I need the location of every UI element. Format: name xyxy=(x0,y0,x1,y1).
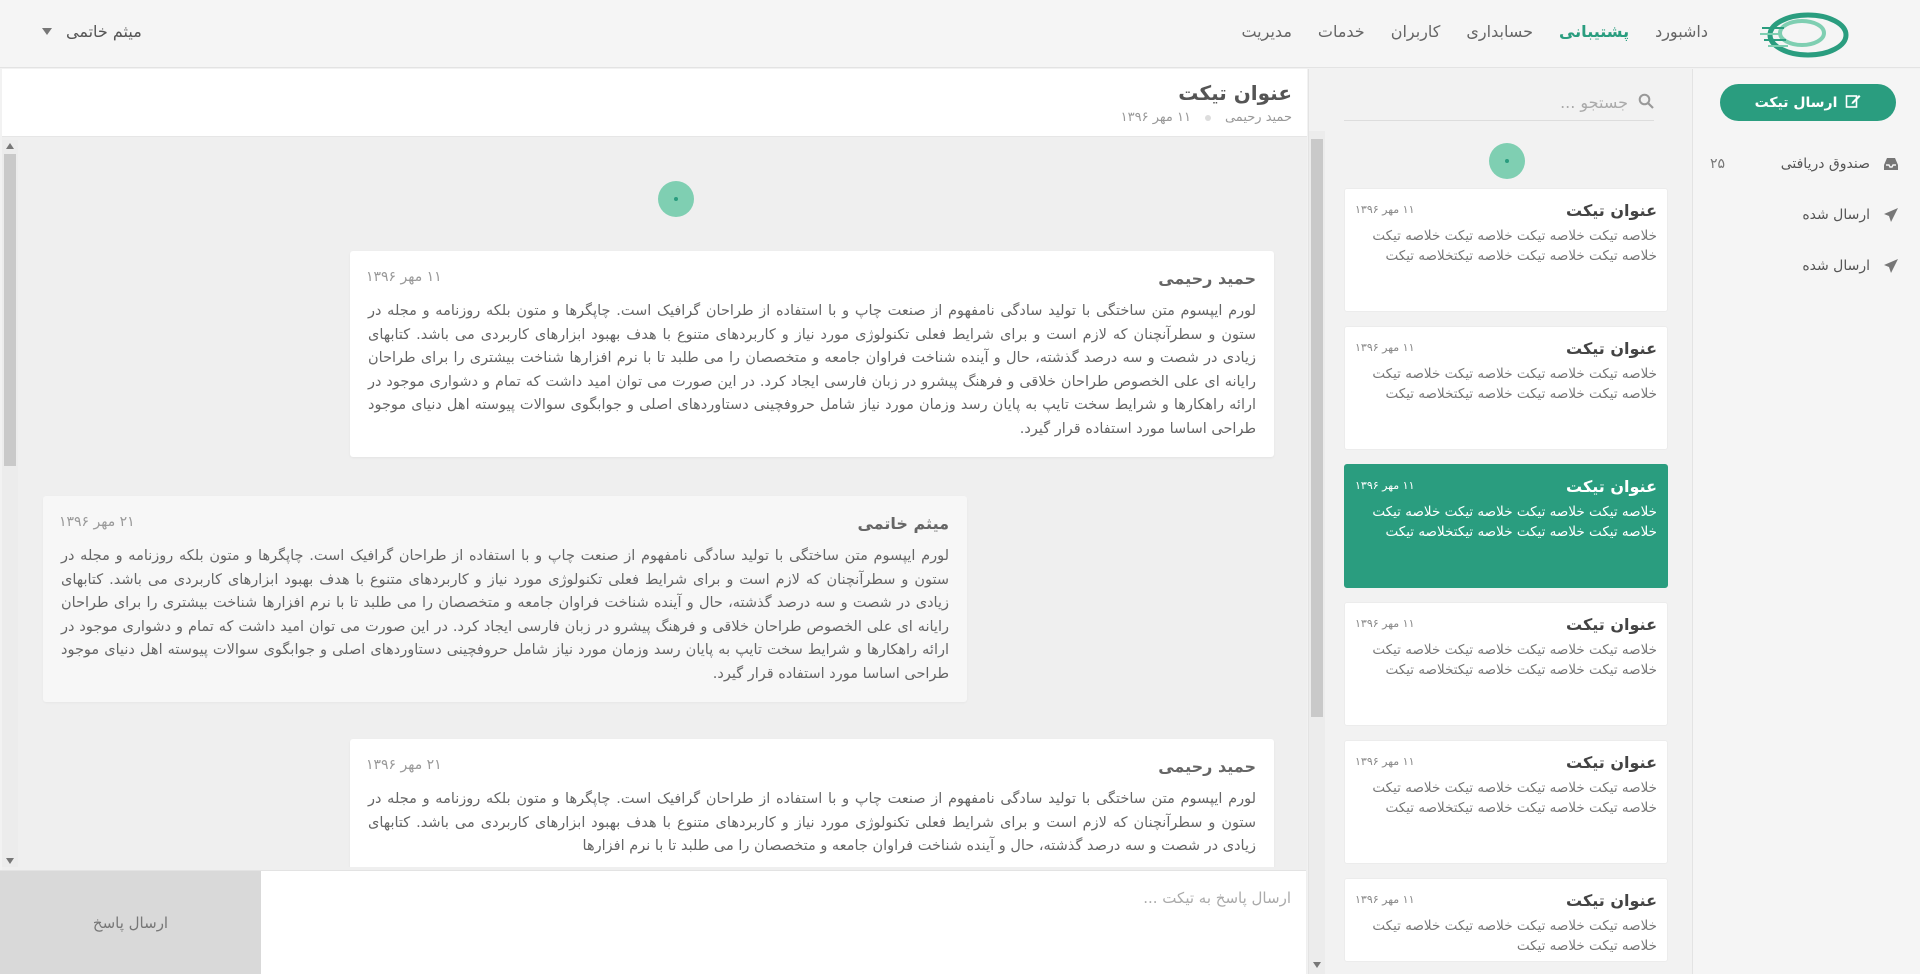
ticket-summary: خلاصه تیکت خلاصه تیکت خلاصه تیکت خلاصه ت… xyxy=(1372,504,1657,540)
message-author: حمید رحیمی xyxy=(1158,757,1256,776)
message-date: ۲۱ مهر ۱۳۹۶ xyxy=(59,514,135,530)
conversation-header: عنوان تیکت حمید رحیمی ۱۱ مهر ۱۳۹۶ xyxy=(2,69,1307,137)
nav-item-accounting[interactable]: حسابداری xyxy=(1466,22,1533,41)
ticket-summary: خلاصه تیکت خلاصه تیکت خلاصه تیکت خلاصه ت… xyxy=(1372,642,1657,678)
message-thread: حمید رحیمی ۱۱ مهر ۱۳۹۶ لورم ایپسوم متن س… xyxy=(2,138,1307,867)
conversation-title: عنوان تیکت xyxy=(1178,81,1292,105)
ticket-summary: خلاصه تیکت خلاصه تیکت خلاصه تیکت خلاصه ت… xyxy=(1372,780,1657,816)
search-bar[interactable]: جستجو ... xyxy=(1344,85,1654,121)
message-date: ۲۱ مهر ۱۳۹۶ xyxy=(366,757,442,773)
ticket-list-scrollbar[interactable] xyxy=(1309,131,1325,974)
ticket-summary: خلاصه تیکت خلاصه تیکت خلاصه تیکت خلاصه ت… xyxy=(1372,366,1657,402)
conversation-meta: حمید رحیمی ۱۱ مهر ۱۳۹۶ xyxy=(1121,110,1292,125)
ticket-date: ۱۱ مهر ۱۳۹۶ xyxy=(1355,479,1415,492)
scrollbar-thumb[interactable] xyxy=(4,154,16,466)
ticket-list: عنوان تیکت ۱۱ مهر ۱۳۹۶ خلاصه تیکت خلاصه … xyxy=(1344,188,1668,962)
search-icon xyxy=(1638,93,1654,113)
user-name: میثم خاتمی xyxy=(66,22,142,41)
send-icon xyxy=(1882,257,1900,275)
sidebar-item-sent-2[interactable]: ارسال شده xyxy=(1710,255,1900,277)
sidebar-item-label: ارسال شده xyxy=(1802,258,1870,274)
message-author: حمید رحیمی xyxy=(1158,269,1256,288)
sidebar-item-inbox[interactable]: صندوق دریافتی ۲۵ xyxy=(1710,153,1900,175)
ticket-date: ۱۱ مهر ۱۳۹۶ xyxy=(1355,893,1415,906)
sidebar-item-sent[interactable]: ارسال شده xyxy=(1710,204,1900,226)
nav-item-support[interactable]: پشتیبانی xyxy=(1559,22,1629,41)
separator-dot xyxy=(1204,114,1211,121)
send-ticket-button[interactable]: ارسال تیکت xyxy=(1720,84,1896,121)
loading-spinner xyxy=(658,181,694,217)
ticket-date: ۱۱ مهر ۱۳۹۶ xyxy=(1355,617,1415,630)
conversation-date: ۱۱ مهر ۱۳۹۶ xyxy=(1120,110,1191,125)
ticket-card[interactable]: عنوان تیکت ۱۱ مهر ۱۳۹۶ خلاصه تیکت خلاصه … xyxy=(1344,878,1668,962)
ticket-date: ۱۱ مهر ۱۳۹۶ xyxy=(1355,203,1415,216)
scrollbar-thumb[interactable] xyxy=(1311,139,1323,717)
message-date: ۱۱ مهر ۱۳۹۶ xyxy=(366,269,442,285)
message-body: لورم ایپسوم متن ساختگی با تولید سادگی نا… xyxy=(61,548,949,682)
ticket-list-panel: جستجو ... عنوان تیکت ۱۱ مهر ۱۳۹۶ خلاصه ت… xyxy=(1308,69,1690,974)
nav-item-management[interactable]: مدیریت xyxy=(1241,22,1291,41)
send-ticket-label: ارسال تیکت xyxy=(1754,94,1838,111)
folder-sidebar: ارسال تیکت صندوق دریافتی ۲۵ ارسال شده ار… xyxy=(1692,69,1920,974)
search-input[interactable]: جستجو ... xyxy=(1560,93,1628,112)
main-nav: داشبورد پشتیبانی حسابداری کاربران خدمات … xyxy=(1241,22,1708,41)
message-bubble: حمید رحیمی ۱۱ مهر ۱۳۹۶ لورم ایپسوم متن س… xyxy=(350,251,1274,457)
scroll-down-arrow-icon[interactable] xyxy=(1313,962,1321,968)
ticket-card[interactable]: عنوان تیکت ۱۱ مهر ۱۳۹۶ خلاصه تیکت خلاصه … xyxy=(1344,188,1668,312)
conversation-author: حمید رحیمی xyxy=(1224,110,1292,125)
sidebar-item-label: صندوق دریافتی xyxy=(1780,156,1870,172)
ticket-date: ۱۱ مهر ۱۳۹۶ xyxy=(1355,341,1415,354)
ticket-summary: خلاصه تیکت خلاصه تیکت خلاصه تیکت خلاصه ت… xyxy=(1372,228,1657,264)
message-body: لورم ایپسوم متن ساختگی با تولید سادگی نا… xyxy=(368,791,1256,854)
message-bubble-mine: میثم خاتمی ۲۱ مهر ۱۳۹۶ لورم ایپسوم متن س… xyxy=(43,496,967,702)
ticket-card[interactable]: عنوان تیکت ۱۱ مهر ۱۳۹۶ خلاصه تیکت خلاصه … xyxy=(1344,326,1668,450)
edit-icon xyxy=(1845,93,1861,113)
nav-item-users[interactable]: کاربران xyxy=(1391,22,1441,41)
conversation-scrollbar[interactable] xyxy=(2,140,18,867)
chevron-down-icon xyxy=(42,28,52,35)
message-author: میثم خاتمی xyxy=(857,514,949,533)
message-bubble: حمید رحیمی ۲۱ مهر ۱۳۹۶ لورم ایپسوم متن س… xyxy=(350,739,1274,867)
message-body: لورم ایپسوم متن ساختگی با تولید سادگی نا… xyxy=(368,303,1256,437)
inbox-icon xyxy=(1882,155,1900,173)
scroll-down-arrow-icon[interactable] xyxy=(6,858,14,864)
reply-bar: ارسال پاسخ xyxy=(0,870,1306,974)
ticket-date: ۱۱ مهر ۱۳۹۶ xyxy=(1355,755,1415,768)
send-reply-button[interactable]: ارسال پاسخ xyxy=(0,871,261,974)
nav-item-dashboard[interactable]: داشبورد xyxy=(1655,22,1708,41)
top-navbar: داشبورد پشتیبانی حسابداری کاربران خدمات … xyxy=(0,0,1920,68)
ticket-summary: خلاصه تیکت خلاصه تیکت خلاصه تیکت خلاصه ت… xyxy=(1372,918,1657,954)
logo[interactable] xyxy=(1760,8,1852,62)
send-icon xyxy=(1882,206,1900,224)
conversation-panel: عنوان تیکت حمید رحیمی ۱۱ مهر ۱۳۹۶ حمید ر… xyxy=(2,69,1307,974)
sidebar-item-label: ارسال شده xyxy=(1802,207,1870,223)
loading-spinner xyxy=(1489,143,1525,179)
user-menu[interactable]: میثم خاتمی xyxy=(42,22,142,41)
ticket-card-selected[interactable]: عنوان تیکت ۱۱ مهر ۱۳۹۶ خلاصه تیکت خلاصه … xyxy=(1344,464,1668,588)
reply-input[interactable] xyxy=(261,871,1306,974)
scroll-up-arrow-icon[interactable] xyxy=(6,143,14,149)
nav-item-services[interactable]: خدمات xyxy=(1318,22,1365,41)
ticket-card[interactable]: عنوان تیکت ۱۱ مهر ۱۳۹۶ خلاصه تیکت خلاصه … xyxy=(1344,740,1668,864)
unread-count-badge: ۲۵ xyxy=(1710,156,1726,172)
ticket-card[interactable]: عنوان تیکت ۱۱ مهر ۱۳۹۶ خلاصه تیکت خلاصه … xyxy=(1344,602,1668,726)
